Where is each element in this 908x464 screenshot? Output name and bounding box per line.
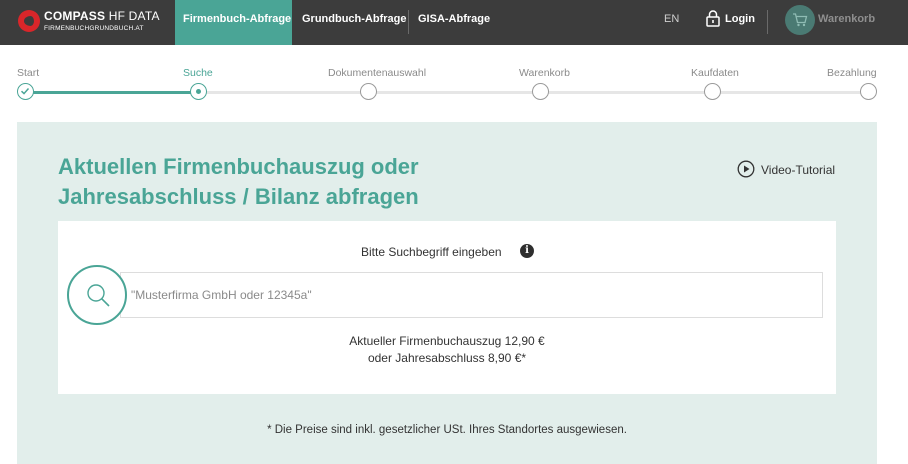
stepper-line-completed [26, 91, 198, 94]
step-suche[interactable] [190, 83, 207, 100]
price-footnote: * Die Preise sind inkl. gesetzlicher USt… [267, 424, 627, 436]
step-label-start: Start [17, 67, 40, 79]
step-label-dokumentenauswahl: Dokumentenauswahl [328, 67, 427, 79]
play-circle-icon [737, 160, 755, 178]
tab-gisa-abfrage[interactable]: GISA-Abfrage [418, 0, 490, 45]
step-label-suche: Suche [183, 67, 213, 79]
search-field[interactable] [120, 272, 823, 318]
top-nav: COMPASS HF DATA FIRMENBUCHGRUNDBUCH.AT F… [0, 0, 908, 45]
step-warenkorb [532, 83, 549, 100]
brand-domain: FIRMENBUCHGRUNDBUCH.AT [44, 25, 144, 32]
info-icon[interactable]: i [520, 244, 534, 258]
logo-mark-icon [18, 10, 40, 32]
search-input[interactable] [131, 273, 811, 317]
check-icon [20, 88, 30, 95]
tab-firmenbuch-abfrage[interactable]: Firmenbuch-Abfrage [175, 0, 292, 45]
language-switch[interactable]: EN [664, 13, 679, 25]
step-dokumentenauswahl [360, 83, 377, 100]
step-label-bezahlung: Bezahlung [827, 67, 877, 79]
brand-logo[interactable]: COMPASS HF DATA FIRMENBUCHGRUNDBUCH.AT [18, 8, 168, 36]
cart-icon [793, 13, 808, 27]
search-button[interactable] [67, 265, 127, 325]
cart-label[interactable]: Warenkorb [818, 13, 875, 25]
step-bezahlung [860, 83, 877, 100]
search-card: Bitte Suchbegriff eingeben i Aktueller F… [58, 221, 836, 394]
page-title: Aktuellen Firmenbuchauszug oder Jahresab… [58, 154, 419, 209]
nav-divider [408, 10, 409, 34]
step-label-kaufdaten: Kaufdaten [691, 67, 739, 79]
price-firmenbuchauszug: Aktueller Firmenbuchauszug 12,90 € [349, 334, 545, 348]
price-jahresabschluss: oder Jahresabschluss 8,90 €* [367, 351, 527, 365]
login-label: Login [725, 13, 755, 25]
search-panel: Aktuellen Firmenbuchauszug oder Jahresab… [17, 122, 877, 464]
video-tutorial-label: Video-Tutorial [761, 163, 836, 177]
step-start[interactable] [17, 83, 34, 100]
progress-stepper: Start Suche Dokumentenauswahl Warenkorb … [0, 45, 908, 105]
nav-divider [767, 10, 768, 34]
lock-icon [706, 10, 720, 27]
cart-button[interactable] [785, 5, 815, 35]
search-hint: Bitte Suchbegriff eingeben [361, 245, 502, 259]
step-label-warenkorb: Warenkorb [519, 67, 570, 79]
step-kaufdaten [704, 83, 721, 100]
brand-name: COMPASS HF DATA [44, 9, 160, 23]
tab-grundbuch-abfrage[interactable]: Grundbuch-Abfrage [302, 0, 407, 45]
search-icon [87, 284, 110, 307]
